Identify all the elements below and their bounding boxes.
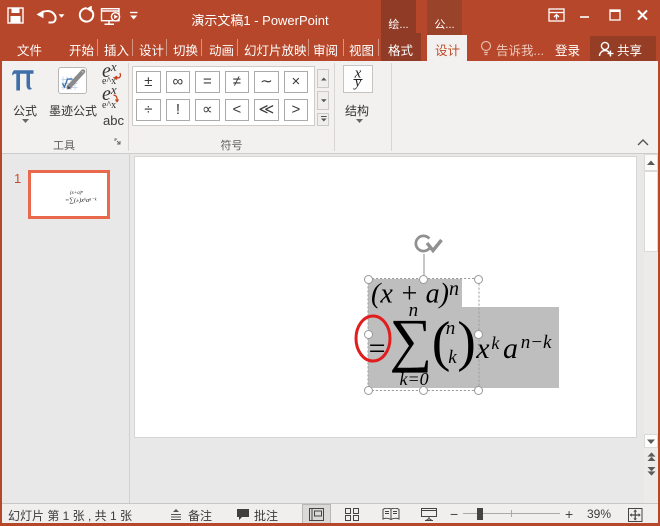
svg-text:y: y — [353, 75, 362, 91]
